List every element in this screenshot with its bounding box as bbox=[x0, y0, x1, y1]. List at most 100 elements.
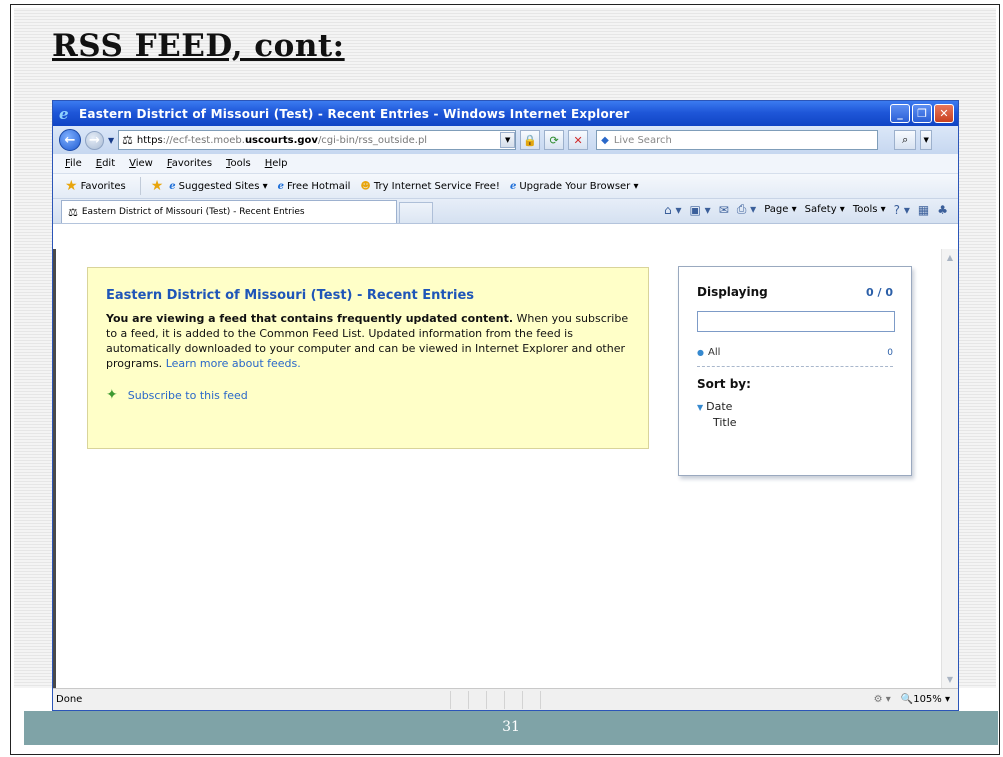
url-field[interactable]: ⚖ https://ecf-test.moeb.uscourts.gov/cgi… bbox=[118, 130, 517, 150]
maximize-button[interactable]: ❐ bbox=[912, 104, 932, 123]
minimize-button[interactable]: _ bbox=[890, 104, 910, 123]
page-content: Eastern District of Missouri (Test) - Re… bbox=[53, 249, 958, 688]
filter-input[interactable] bbox=[697, 311, 895, 332]
search-placeholder: Live Search bbox=[613, 134, 672, 146]
tab-label: Eastern District of Missouri (Test) - Re… bbox=[81, 207, 305, 217]
status-cell bbox=[540, 690, 558, 709]
command-bar: ⌂ ▾ ▣ ▾ ✉ ⎙ ▾ Page ▾ Safety ▾ Tools ▾ ? … bbox=[664, 202, 948, 217]
search-input[interactable]: ◆ Live Search bbox=[596, 130, 879, 150]
sort-date-label: Date bbox=[706, 400, 733, 413]
fav-label: Suggested Sites ▾ bbox=[178, 180, 268, 192]
fav-free-hotmail[interactable]: e Free Hotmail bbox=[278, 181, 351, 192]
search-button[interactable]: ⌕ bbox=[894, 130, 917, 150]
research-icon[interactable]: ▦ bbox=[918, 203, 929, 217]
stop-button[interactable]: ✕ bbox=[568, 130, 589, 150]
sort-date[interactable]: ▼ Date bbox=[697, 399, 893, 415]
left-edge bbox=[53, 249, 56, 688]
status-cell bbox=[504, 690, 522, 709]
court-favicon-icon: ⚖ bbox=[68, 205, 78, 219]
fav-label: Try Internet Service Free! bbox=[373, 180, 500, 192]
fav-label: Free Hotmail bbox=[287, 180, 351, 192]
filter-all-count: 0 bbox=[887, 347, 893, 358]
back-button[interactable]: ← bbox=[59, 129, 81, 151]
status-cell bbox=[486, 690, 504, 709]
filter-all[interactable]: ● All bbox=[697, 347, 720, 358]
learn-more-link[interactable]: Learn more about feeds. bbox=[166, 357, 301, 370]
favorites-button[interactable]: ★ Favorites bbox=[65, 178, 126, 194]
menu-favorites[interactable]: Favorites bbox=[167, 158, 212, 169]
menu-tools[interactable]: Tools bbox=[226, 158, 251, 169]
scroll-up-icon[interactable]: ▲ bbox=[942, 249, 958, 266]
vertical-scrollbar[interactable]: ▲ ▼ bbox=[941, 249, 958, 688]
feed-title: Eastern District of Missouri (Test) - Re… bbox=[106, 288, 475, 303]
fav-try-internet[interactable]: ☻ Try Internet Service Free! bbox=[360, 181, 500, 192]
tab-recent-entries[interactable]: ⚖ Eastern District of Missouri (Test) - … bbox=[61, 200, 397, 223]
filter-all-label: All bbox=[707, 347, 721, 358]
fav-suggested-sites[interactable]: e Suggested Sites ▾ bbox=[169, 181, 267, 192]
menu-view[interactable]: View bbox=[129, 158, 153, 169]
close-button[interactable]: ✕ bbox=[934, 104, 954, 123]
tools-menu[interactable]: Tools ▾ bbox=[853, 204, 886, 215]
menu-file[interactable]: File bbox=[65, 158, 82, 169]
panel-divider bbox=[697, 366, 893, 367]
favorites-star-icon: ★ bbox=[65, 178, 78, 194]
search-options-dropdown[interactable]: ▼ bbox=[920, 130, 933, 150]
slide-title: RSS FEED, cont: bbox=[52, 28, 345, 64]
status-cells bbox=[450, 690, 558, 709]
url-text: https://ecf-test.moeb.uscourts.gov/cgi-b… bbox=[136, 134, 428, 146]
zone-icon[interactable]: ⚙ ▾ bbox=[874, 694, 891, 705]
status-bar: Done ⚙ ▾ 🔍105% ▾ bbox=[53, 688, 958, 710]
scroll-down-icon[interactable]: ▼ bbox=[942, 671, 958, 688]
favorites-label: Favorites bbox=[80, 180, 126, 192]
address-bar: ← → ▼ ⚖ https://ecf-test.moeb.uscourts.g… bbox=[53, 126, 958, 154]
zoom-level: 105% bbox=[913, 694, 942, 705]
browser-window: e Eastern District of Missouri (Test) - … bbox=[52, 100, 959, 711]
feed-filter-panel: Displaying 0 / 0 ● All 0 Sort by: ▼ Date T… bbox=[678, 266, 912, 476]
sort-descending-icon: ▼ bbox=[697, 403, 704, 412]
forward-button[interactable]: → bbox=[85, 130, 104, 150]
zoom-icon: 🔍 bbox=[900, 694, 914, 705]
fav-upgrade-browser[interactable]: e Upgrade Your Browser ▾ bbox=[510, 181, 639, 192]
tab-bar: ⚖ Eastern District of Missouri (Test) - … bbox=[53, 199, 958, 224]
displaying-count: 0 / 0 bbox=[866, 285, 893, 299]
feed-description: You are viewing a feed that contains fre… bbox=[106, 311, 630, 371]
ie-page-icon: e bbox=[169, 180, 176, 192]
url-dropdown-button[interactable]: ▼ bbox=[500, 132, 516, 148]
menu-edit[interactable]: Edit bbox=[96, 158, 115, 169]
sort-by-label: Sort by: bbox=[697, 377, 751, 391]
page-number: 31 bbox=[502, 719, 520, 735]
title-bar: e Eastern District of Missouri (Test) - … bbox=[53, 101, 958, 126]
sort-title[interactable]: Title bbox=[697, 415, 893, 430]
court-favicon-icon: ⚖ bbox=[122, 133, 133, 147]
help-icon[interactable]: ? ▾ bbox=[894, 203, 910, 217]
add-favorite-icon[interactable]: ★ bbox=[151, 178, 164, 194]
messenger-icon[interactable]: ♣ bbox=[937, 203, 948, 217]
ie-page-icon: e bbox=[277, 180, 284, 192]
feed-info-box: Eastern District of Missouri (Test) - Re… bbox=[87, 267, 649, 449]
ie-logo-icon: e bbox=[59, 104, 69, 123]
history-dropdown-icon[interactable]: ▼ bbox=[108, 136, 114, 145]
home-icon[interactable]: ⌂ ▾ bbox=[664, 203, 681, 217]
feed-bold-intro: You are viewing a feed that contains fre… bbox=[106, 312, 514, 325]
subscribe-link[interactable]: ✦ Subscribe to this feed bbox=[106, 387, 630, 403]
menu-help[interactable]: Help bbox=[265, 158, 288, 169]
displaying-label: Displaying bbox=[697, 285, 768, 299]
safety-menu[interactable]: Safety ▾ bbox=[805, 204, 845, 215]
mail-icon[interactable]: ✉ bbox=[719, 203, 729, 217]
print-icon[interactable]: ⎙ ▾ bbox=[737, 202, 756, 217]
bullet-icon: ● bbox=[697, 348, 704, 357]
new-tab-button[interactable] bbox=[399, 202, 433, 223]
feeds-icon[interactable]: ▣ ▾ bbox=[690, 203, 711, 217]
window-title: Eastern District of Missouri (Test) - Re… bbox=[79, 106, 630, 121]
status-text: Done bbox=[56, 694, 83, 705]
subscribe-star-icon: ✦ bbox=[106, 387, 118, 403]
page-menu[interactable]: Page ▾ bbox=[764, 204, 796, 215]
status-cell bbox=[522, 690, 540, 709]
zoom-control[interactable]: 🔍105% ▾ bbox=[901, 694, 950, 705]
separator bbox=[139, 177, 141, 195]
refresh-button[interactable]: ⟳ bbox=[544, 130, 565, 150]
lock-icon[interactable]: 🔒 bbox=[520, 130, 541, 150]
live-search-icon: ◆ bbox=[601, 134, 609, 146]
msn-person-icon: ☻ bbox=[360, 180, 371, 192]
window-controls: _ ❐ ✕ bbox=[890, 104, 954, 123]
